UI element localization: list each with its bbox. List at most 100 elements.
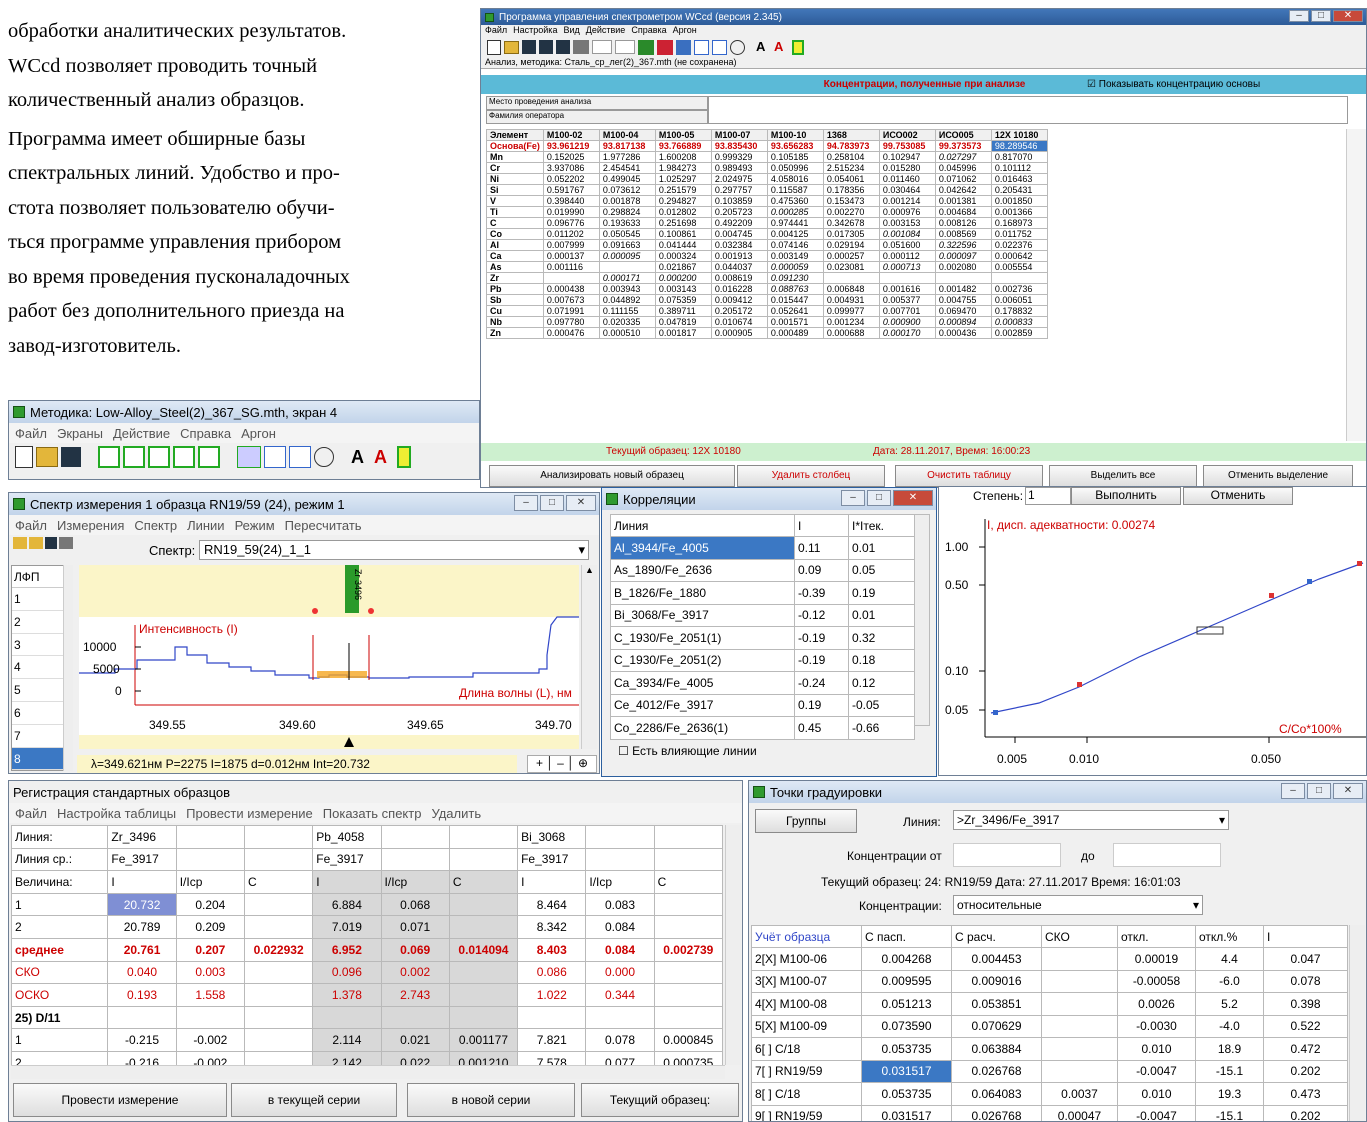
table-cell[interactable]: 0.000900	[878, 316, 936, 328]
method-menu-help[interactable]: Справка	[180, 426, 231, 441]
corr-cell[interactable]: 0.11	[794, 536, 849, 560]
reg-cell[interactable]: Величина:	[11, 870, 109, 894]
table-cell[interactable]: 1.984273	[654, 162, 712, 174]
points-cell[interactable]: 0.00019	[1117, 947, 1196, 971]
reg-cell[interactable]	[653, 1005, 723, 1030]
font-icon[interactable]: A	[351, 447, 371, 468]
reg-menu-delete[interactable]: Удалить	[431, 806, 481, 821]
points-cell[interactable]: -0.0047	[1117, 1104, 1196, 1121]
font-x-icon[interactable]: A	[374, 447, 394, 468]
table-cell[interactable]: 0.016463	[990, 173, 1048, 185]
measure-button[interactable]: Провести измерение	[13, 1083, 227, 1117]
corr-cell[interactable]: -0.24	[794, 671, 849, 695]
table-cell[interactable]: 0.000097	[934, 250, 992, 262]
table-cell[interactable]: 0.029194	[822, 239, 880, 251]
corr-cell[interactable]: 0.32	[848, 626, 915, 650]
reg-cell[interactable]: 1.558	[175, 983, 245, 1007]
reg-cell[interactable]	[653, 847, 723, 872]
table-cell[interactable]: 0.258104	[822, 151, 880, 163]
table-cell[interactable]: 0.073612	[598, 184, 656, 196]
open-folder2-icon[interactable]	[29, 537, 43, 549]
corr-cell[interactable]: -0.12	[794, 603, 849, 627]
table-cell[interactable]: 0.047819	[654, 316, 712, 328]
graph2-icon[interactable]	[289, 446, 311, 468]
table-cell[interactable]: 0.004745	[710, 228, 768, 240]
reg-cell[interactable]: 2.743	[380, 983, 450, 1007]
column-header[interactable]: 12X 10180	[990, 129, 1048, 141]
table-cell[interactable]: 0.178832	[990, 305, 1048, 317]
menu-settings[interactable]: Настройка	[513, 25, 557, 37]
table-cell[interactable]: 0.251698	[654, 217, 712, 229]
reg-cell[interactable]	[448, 847, 519, 872]
table-cell[interactable]: 0.001878	[598, 195, 656, 207]
points-cell[interactable]: 3[X] M100-07	[751, 969, 862, 993]
reg-cell[interactable]: 0.209	[175, 915, 245, 939]
points-cell[interactable]: -0.0030	[1117, 1014, 1196, 1038]
column-header[interactable]: 1368	[822, 129, 880, 141]
table-cell[interactable]: 0.001850	[990, 195, 1048, 207]
reg-cell[interactable]: Линия ср.:	[11, 847, 109, 872]
menu-action[interactable]: Действие	[586, 25, 626, 37]
reg-cell[interactable]: 25) D/11	[11, 1005, 109, 1030]
points-cell[interactable]: 6[ ] C/18	[751, 1037, 862, 1061]
table-cell[interactable]: Основа(Fe)	[486, 140, 544, 152]
reg-cell[interactable]: 6.884	[312, 892, 382, 917]
reg-cell[interactable]	[107, 1005, 177, 1030]
table-cell[interactable]: 0.000833	[990, 316, 1048, 328]
open-folder-icon[interactable]	[504, 40, 519, 54]
table-cell[interactable]: 0.205723	[710, 206, 768, 218]
table-cell[interactable]: 0.105185	[766, 151, 824, 163]
table-cell[interactable]: 0.052202	[542, 173, 600, 185]
reg-cell[interactable]: 0.000845	[653, 1028, 723, 1052]
save-as-icon[interactable]	[539, 40, 553, 54]
reg-cell[interactable]: -0.215	[107, 1028, 177, 1052]
reg-cell[interactable]: 20.789	[107, 915, 177, 939]
table-cell[interactable]: 0.009412	[710, 294, 768, 306]
menu-argon[interactable]: Аргон	[673, 25, 697, 37]
reg-cell[interactable]: 0.069	[380, 937, 450, 962]
table-cell[interactable]: 0.297757	[710, 184, 768, 196]
reg-cell[interactable]: 0.001177	[448, 1028, 519, 1052]
table-cell[interactable]: 0.069470	[934, 305, 992, 317]
points-cell[interactable]: 0.031517	[861, 1059, 952, 1083]
reg-cell[interactable]: 0.001210	[448, 1050, 519, 1065]
table-cell[interactable]	[542, 272, 600, 284]
reg-cell[interactable]: 0.000735	[653, 1050, 723, 1065]
table-cell[interactable]: 0.001571	[766, 316, 824, 328]
table-cell[interactable]: 0.001214	[878, 195, 936, 207]
corr-cell[interactable]: 0.09	[794, 558, 849, 582]
table-cell[interactable]	[990, 272, 1048, 284]
corr-cell[interactable]: -0.39	[794, 581, 849, 605]
corr-cell[interactable]: 0.18	[848, 648, 915, 672]
table-cell[interactable]: 0.001084	[878, 228, 936, 240]
column-header[interactable]: M100-07	[710, 129, 768, 141]
reg-cell[interactable]: 0.344	[585, 983, 655, 1007]
menu-file[interactable]: Файл	[485, 25, 507, 37]
corr-header[interactable]: I	[794, 514, 849, 537]
corr-cell[interactable]: C_1930/Fe_2051(1)	[610, 626, 795, 650]
table-cell[interactable]: 0.022376	[990, 239, 1048, 251]
column-header[interactable]: M100-05	[654, 129, 712, 141]
table-cell[interactable]: 0.000324	[654, 250, 712, 262]
table-cell[interactable]: C	[486, 217, 544, 229]
reg-cell[interactable]	[243, 1028, 314, 1052]
table-cell[interactable]: 0.398440	[542, 195, 600, 207]
deselect-button[interactable]: Отменить выделение	[1203, 465, 1353, 487]
corr-cell[interactable]: As_1890/Fe_2636	[610, 558, 795, 582]
maximize-icon[interactable]: □	[1307, 783, 1331, 799]
table-cell[interactable]: 0.000438	[542, 283, 600, 295]
table-cell[interactable]: 0.015447	[766, 294, 824, 306]
points-cell[interactable]: 0.026768	[951, 1104, 1042, 1121]
table-cell[interactable]: 0.088763	[766, 283, 824, 295]
spectrum-select[interactable]: RN19_59(24)_1_1 ▾	[199, 540, 589, 560]
graph-icon[interactable]	[264, 446, 286, 468]
table-cell[interactable]: 0.020335	[598, 316, 656, 328]
lfp-scrollbar[interactable]	[63, 565, 73, 771]
table-cell[interactable]: 0.001381	[934, 195, 992, 207]
corr-row[interactable]: As_1890/Fe_2636 0.09 0.05	[610, 558, 915, 582]
table-cell[interactable]: 0.000713	[878, 261, 936, 273]
reg-cell[interactable]	[175, 847, 245, 872]
open-folder-icon[interactable]	[36, 447, 58, 467]
table-cell[interactable]: 0.050545	[598, 228, 656, 240]
screen5-icon[interactable]	[198, 446, 220, 468]
